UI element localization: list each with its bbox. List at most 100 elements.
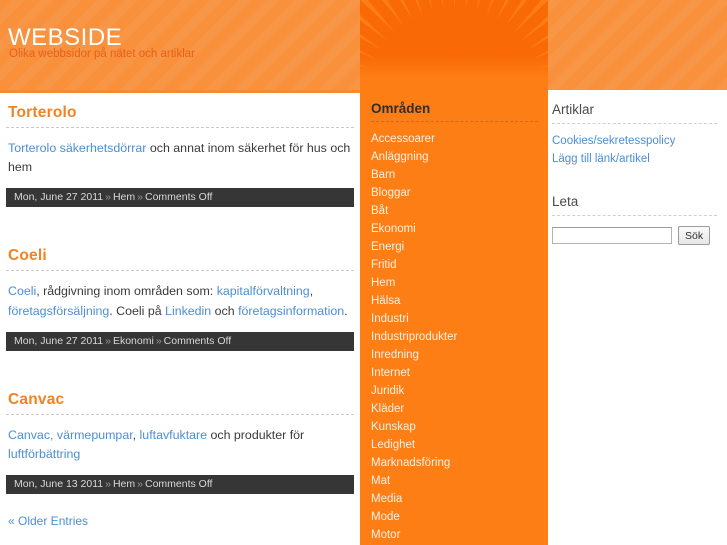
post-meta-date: Mon, June 13 2011 xyxy=(14,478,104,491)
category-link[interactable]: Juridik xyxy=(360,382,548,400)
post-body-text: och xyxy=(211,303,239,318)
category-link[interactable]: Kläder xyxy=(360,400,548,418)
sunburst-fade xyxy=(360,56,548,90)
category-item: Anläggning xyxy=(360,148,548,166)
category-link[interactable]: Båt xyxy=(360,202,548,220)
category-link[interactable]: Mat xyxy=(360,472,548,490)
post-body-text: , xyxy=(132,427,140,442)
post-spacer xyxy=(0,351,360,380)
post-meta-separator: » xyxy=(105,191,111,204)
article-item: Cookies/sekretesspolicy xyxy=(548,132,727,150)
post-body-text: . Coeli på xyxy=(109,303,166,318)
category-item: Hälsa xyxy=(360,292,548,310)
post-title[interactable]: Canvac xyxy=(0,380,360,412)
category-link[interactable]: Mode xyxy=(360,508,548,526)
search-heading: Leta xyxy=(552,194,579,209)
sunburst-decoration xyxy=(360,0,548,90)
category-link[interactable]: Energi xyxy=(360,238,548,256)
post-meta-date: Mon, June 27 2011 xyxy=(14,191,104,204)
site-header: WEBSIDE Olika webbsidor på nätet och art… xyxy=(0,0,727,90)
post-body-text: , xyxy=(309,284,314,299)
post-body-link[interactable]: Canvac, värmepumpar xyxy=(8,428,133,442)
article-link[interactable]: Lägg till länk/artikel xyxy=(548,150,727,168)
post-body-link[interactable]: Linkedin xyxy=(165,304,211,318)
category-item: Mode xyxy=(360,508,548,526)
page-root: WEBSIDE Olika webbsidor på nätet och art… xyxy=(0,0,727,545)
category-link[interactable]: Ledighet xyxy=(360,436,548,454)
post-list: Torterolo Torterolo säkerhetsdörrar och a… xyxy=(0,93,360,495)
post-meta-separator: » xyxy=(105,478,111,491)
search-submit-button[interactable]: Sök xyxy=(678,226,711,245)
post-excerpt: Canvac, värmepumpar, luftavfuktare och p… xyxy=(0,415,360,475)
category-item: Motor xyxy=(360,526,548,544)
post-title[interactable]: Coeli xyxy=(0,236,360,268)
post-body-text: , rådgivning inom områden som: xyxy=(36,284,217,299)
site-tagline: Olika webbsidor på nätet och artiklar xyxy=(9,48,196,60)
category-link[interactable]: Ekonomi xyxy=(360,220,548,238)
post-body-link[interactable]: företagsinformation xyxy=(238,304,344,318)
category-link[interactable]: Barn xyxy=(360,166,548,184)
category-link[interactable]: Media xyxy=(360,490,548,508)
category-link[interactable]: Internet xyxy=(360,364,548,382)
search-divider xyxy=(552,215,717,216)
category-link[interactable]: Bloggar xyxy=(360,184,548,202)
category-item: Hem xyxy=(360,274,548,292)
search-input[interactable] xyxy=(552,227,672,244)
category-link[interactable]: Hälsa xyxy=(360,292,548,310)
category-link[interactable]: Accessoarer xyxy=(360,130,548,148)
category-item: Fritid xyxy=(360,256,548,274)
category-link[interactable]: Motor xyxy=(360,526,548,544)
post: Torterolo Torterolo säkerhetsdörrar och a… xyxy=(0,93,360,208)
category-item: Internet xyxy=(360,364,548,382)
category-item: Ekonomi xyxy=(360,220,548,238)
category-item: Ledighet xyxy=(360,436,548,454)
category-item: Kläder xyxy=(360,400,548,418)
main-content: Torterolo Torterolo säkerhetsdörrar och a… xyxy=(0,90,360,545)
category-item: Energi xyxy=(360,238,548,256)
post-meta-category[interactable]: Ekonomi xyxy=(113,335,154,347)
post-body-link[interactable]: luftavfuktare xyxy=(140,428,208,442)
post-body-link[interactable]: företagsförsäljning xyxy=(8,304,109,318)
category-link[interactable]: Kunskap xyxy=(360,418,548,436)
article-link[interactable]: Cookies/sekretesspolicy xyxy=(548,132,727,150)
post-meta-date: Mon, June 27 2011 xyxy=(14,334,104,347)
post-excerpt: Coeli, rådgivning inom områden som: kapi… xyxy=(0,271,360,331)
category-link[interactable]: Inredning xyxy=(360,346,548,364)
category-item: Juridik xyxy=(360,382,548,400)
post-body-link[interactable]: kapitalförvaltning xyxy=(217,284,310,298)
categories-list: Accessoarer Anläggning Barn Bloggar Båt Ekono… xyxy=(360,122,548,545)
category-link[interactable]: Hem xyxy=(360,274,548,292)
site-title: WEBSIDE xyxy=(8,24,123,51)
post-body-text: och produkter för xyxy=(207,427,305,442)
post-spacer xyxy=(0,207,360,236)
post-meta: Mon, June 27 2011» Hem» Comments Off xyxy=(6,188,354,208)
category-link[interactable]: Anläggning xyxy=(360,148,548,166)
post-meta-separator: » xyxy=(155,334,162,347)
category-link[interactable]: Industriprodukter xyxy=(360,328,548,346)
post: Canvac Canvac, värmepumpar, luftavfuktare… xyxy=(0,380,360,495)
category-item: Kunskap xyxy=(360,418,548,436)
category-item: Industriprodukter xyxy=(360,328,548,346)
category-link[interactable]: Fritid xyxy=(360,256,548,274)
post-body-link[interactable]: Torterolo säkerhetsdörrar xyxy=(8,141,146,155)
post-body-link[interactable]: luftförbättring xyxy=(8,447,80,461)
category-item: Industri xyxy=(360,310,548,328)
category-item: Accessoarer xyxy=(360,130,548,148)
post-excerpt: Torterolo säkerhetsdörrar och annat inom… xyxy=(0,128,360,188)
post-meta-comments: Comments Off xyxy=(163,334,232,347)
post-meta-comments: Comments Off xyxy=(144,191,213,204)
older-entries-link[interactable]: « Older Entries xyxy=(8,514,88,528)
post-meta-separator: » xyxy=(137,191,143,204)
category-link[interactable]: Marknadsföring xyxy=(360,454,548,472)
post-body-link[interactable]: Coeli xyxy=(8,284,36,298)
categories-column: Områden Accessoarer Anläggning Barn Bloggar… xyxy=(360,90,548,545)
post-meta-category[interactable]: Hem xyxy=(113,478,135,490)
post-meta-comments: Comments Off xyxy=(144,478,213,491)
category-link[interactable]: Industri xyxy=(360,310,548,328)
category-item: Mat xyxy=(360,472,548,490)
category-item: Bloggar xyxy=(360,184,548,202)
post-title[interactable]: Torterolo xyxy=(0,93,360,125)
category-item: Inredning xyxy=(360,346,548,364)
post-meta-category[interactable]: Hem xyxy=(113,191,135,203)
